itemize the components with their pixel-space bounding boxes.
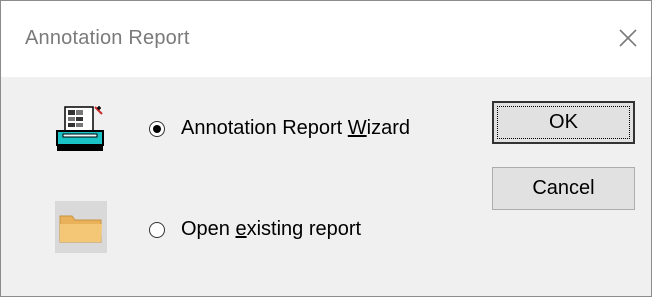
open-existing-radio[interactable] bbox=[149, 221, 165, 238]
report-wizard-radio[interactable] bbox=[149, 120, 165, 137]
radio-option-open-existing[interactable]: Open existing report bbox=[149, 218, 361, 241]
annotation-report-dialog: Annotation Report Annotation Report Wiza… bbox=[0, 0, 652, 297]
radio-option-report-wizard[interactable]: Annotation Report Wizard bbox=[149, 117, 410, 140]
cancel-button[interactable]: Cancel bbox=[492, 167, 635, 210]
title-bar: Annotation Report bbox=[1, 1, 651, 77]
open-existing-label: Open existing report bbox=[181, 218, 362, 240]
dialog-body: Annotation Report Wizard Open existing r… bbox=[1, 77, 651, 296]
report-wizard-label: Annotation Report Wizard bbox=[181, 117, 411, 139]
ok-button-label: OK bbox=[497, 106, 630, 139]
folder-icon bbox=[55, 201, 107, 253]
window-title: Annotation Report bbox=[25, 27, 190, 49]
ok-button[interactable]: OK bbox=[492, 101, 635, 144]
report-wizard-icon bbox=[56, 106, 104, 151]
close-icon[interactable] bbox=[611, 21, 645, 55]
